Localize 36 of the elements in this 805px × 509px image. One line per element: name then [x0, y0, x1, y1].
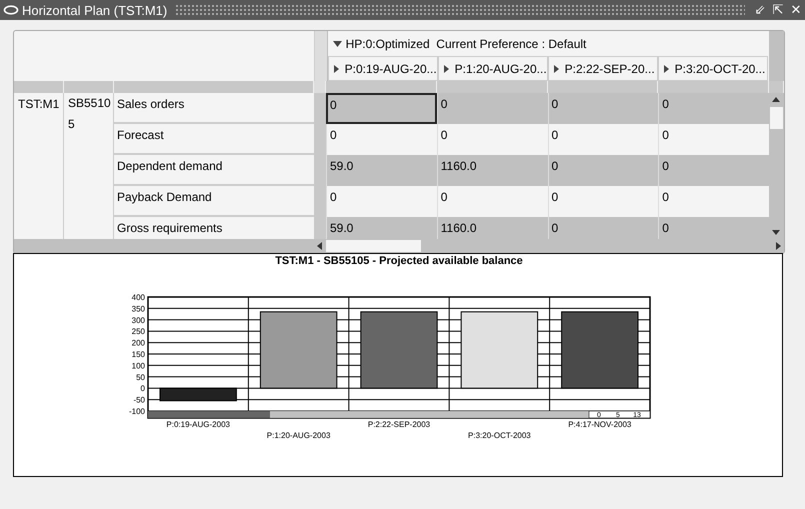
caret-right-icon[interactable]: [332, 64, 340, 74]
caret-right-icon[interactable]: [442, 64, 450, 74]
vertical-scrollbar[interactable]: [769, 93, 784, 239]
window-control-button[interactable]: ⇱: [769, 2, 787, 18]
x-axis-label: P:4:17-NOV-2003: [568, 420, 632, 429]
x-axis-label: P:2:22-SEP-2003: [368, 420, 430, 429]
grip-pattern[interactable]: [175, 4, 745, 16]
x-axis-label: P:3:20-OCT-2003: [468, 431, 531, 440]
column-resize-handle[interactable]: [436, 81, 548, 93]
row-handle[interactable]: [314, 93, 326, 239]
column-resize-handle[interactable]: [64, 81, 114, 93]
chart-scrollbar[interactable]: [148, 410, 650, 418]
caret-down-icon[interactable]: [332, 39, 342, 48]
x-axis-label: P:0:19-AUG-2003: [166, 420, 230, 429]
caret-right-icon[interactable]: [662, 64, 670, 74]
table-cell[interactable]: 0: [326, 93, 437, 124]
column-resize-handle[interactable]: [114, 81, 314, 93]
column-resize-handle[interactable]: [14, 81, 64, 93]
row-handle[interactable]: [314, 31, 328, 56]
caret-right-icon[interactable]: [552, 64, 560, 74]
oval-icon: [3, 5, 19, 15]
column-resize-handle[interactable]: [548, 81, 658, 93]
org-cell: TST:M1: [18, 97, 60, 111]
column-resize-handle[interactable]: [326, 81, 437, 93]
plan-header: HP:0:Optimized Current Preference : Default: [344, 36, 586, 52]
column-resize-handle[interactable]: [658, 81, 769, 93]
x-axis-label: P:1:20-AUG-2003: [266, 431, 330, 440]
window-control-button[interactable]: ✕: [787, 2, 805, 18]
chart-title: TST:M1 - SB55105 - Projected available balance: [275, 255, 523, 267]
column-resize-handle[interactable]: [314, 81, 326, 93]
y-axis: -100 -50 0 50 100 150 200 250 300 350 400: [128, 293, 145, 416]
scroll-thumb[interactable]: [770, 107, 783, 129]
window-title: Horizontal Plan (TST:M1): [22, 2, 168, 18]
scroll-thumb[interactable]: [326, 240, 421, 252]
item-cell-text: SB55105: [68, 95, 112, 133]
window-control-button[interactable]: ⇙: [751, 2, 769, 18]
